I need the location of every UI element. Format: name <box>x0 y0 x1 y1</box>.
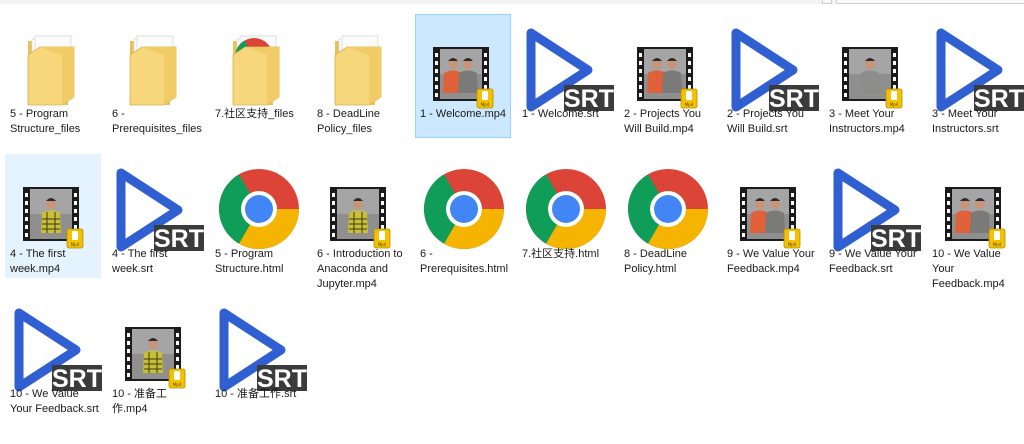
file-item[interactable]: 8 - DeadLine Policy_files <box>312 14 408 150</box>
file-item[interactable]: SRT 4 - The first week.srt <box>107 154 204 290</box>
file-item[interactable]: SRT 9 - We Value Your Feedback.srt <box>824 154 921 290</box>
toolbar-edge-left <box>822 0 832 4</box>
file-name-label: 10 - We Value Your Feedback.mp4 <box>932 248 1005 290</box>
file-item[interactable]: Mp4 9 - We Value Your Feedback.mp4 <box>722 154 818 290</box>
chrome-html-icon <box>217 167 301 251</box>
video-file-icon: Mp4 <box>945 185 1007 251</box>
video-file-icon: Mp4 <box>842 45 904 111</box>
file-item[interactable]: 7.社区支持.html <box>517 154 613 290</box>
file-name-label: 9 - We Value Your Feedback.srt <box>829 248 917 275</box>
video-file-icon: Mp4 <box>637 45 699 111</box>
file-name-label: 7.社区支持_files <box>215 108 294 120</box>
subtitle-file-icon: SRT <box>723 27 819 113</box>
file-item[interactable]: SRT 2 - Projects You Will Build.srt <box>722 14 819 150</box>
folder-icon <box>331 31 391 111</box>
file-name-label: 1 - Welcome.mp4 <box>420 108 506 120</box>
subtitle-file-icon: SRT <box>108 167 204 253</box>
file-name-label: 7.社区支持.html <box>522 248 600 260</box>
file-item[interactable]: Mp4 1 - Welcome.mp4 <box>415 14 511 138</box>
folder-icon <box>126 31 186 111</box>
subtitle-file-icon: SRT <box>518 27 614 113</box>
video-file-icon: Mp4 <box>23 185 85 251</box>
file-item[interactable]: SRT 10 - 准备工作.srt <box>210 294 307 430</box>
file-item[interactable]: Mp4 10 - We Value Your Feedback.mp4 <box>927 154 1023 290</box>
video-file-icon: Mp4 <box>433 45 495 111</box>
subtitle-file-icon: SRT <box>6 307 102 393</box>
file-item[interactable]: SRT 1 - Welcome.srt <box>517 14 614 150</box>
video-file-icon: Mp4 <box>125 325 187 391</box>
file-name-label: 2 - Projects You Will Build.srt <box>727 108 805 135</box>
file-name-label: 6 - Introduction to Anaconda and Jupyter… <box>317 248 403 290</box>
file-name-label: 2 - Projects You Will Build.mp4 <box>624 108 702 135</box>
subtitle-file-icon: SRT <box>928 27 1024 113</box>
file-name-label: 6 - Prerequisites_files <box>112 108 202 135</box>
file-item[interactable]: Mp4 2 - Projects You Will Build.mp4 <box>619 14 715 150</box>
file-name-label: 9 - We Value Your Feedback.mp4 <box>727 248 815 275</box>
file-name-label: 3 - Meet Your Instructors.srt <box>932 108 999 135</box>
file-item[interactable]: 6 - Prerequisites_files <box>107 14 203 150</box>
file-name-label: 6 - Prerequisites.html <box>420 248 509 275</box>
file-name-label: 3 - Meet Your Instructors.mp4 <box>829 108 905 135</box>
file-name-label: 4 - The first week.srt <box>112 248 168 275</box>
file-name-label: 10 - 准备工作.srt <box>215 388 297 400</box>
file-item[interactable]: Mp4 10 - 准备工作.mp4 <box>107 294 203 430</box>
file-item[interactable]: SRT 10 - We Value Your Feedback.srt <box>5 294 102 430</box>
file-item[interactable]: SRT 3 - Meet Your Instructors.srt <box>927 14 1024 150</box>
file-name-label: 10 - We Value Your Feedback.srt <box>10 388 99 415</box>
folder-icon <box>24 31 84 111</box>
folder-icon <box>229 31 289 111</box>
chrome-html-icon <box>524 167 608 251</box>
file-name-label: 10 - 准备工作.mp4 <box>112 388 168 415</box>
subtitle-file-icon: SRT <box>211 307 307 393</box>
file-name-label: 8 - DeadLine Policy_files <box>317 108 380 135</box>
chrome-html-icon <box>422 167 506 251</box>
file-name-label: 4 - The first week.mp4 <box>10 248 66 275</box>
file-item[interactable]: 7.社区支持_files <box>210 14 306 150</box>
file-item[interactable]: Mp4 4 - The first week.mp4 <box>5 154 101 278</box>
subtitle-file-icon: SRT <box>825 167 921 253</box>
file-item[interactable]: 5 - Program Structure_files <box>5 14 101 150</box>
file-item[interactable]: 6 - Prerequisites.html <box>415 154 511 290</box>
file-name-label: 8 - DeadLine Policy.html <box>624 248 687 275</box>
video-file-icon: Mp4 <box>330 185 392 251</box>
video-file-icon: Mp4 <box>740 185 802 251</box>
chrome-html-icon <box>626 167 710 251</box>
file-name-label: 1 - Welcome.srt <box>522 108 599 120</box>
toolbar-edge-right <box>836 0 1024 4</box>
file-item[interactable]: Mp4 6 - Introduction to Anaconda and Jup… <box>312 154 408 290</box>
file-name-label: 5 - Program Structure_files <box>10 108 81 135</box>
file-item[interactable]: Mp4 3 - Meet Your Instructors.mp4 <box>824 14 920 150</box>
file-name-label: 5 - Program Structure.html <box>215 248 284 275</box>
file-item[interactable]: 8 - DeadLine Policy.html <box>619 154 715 290</box>
file-item[interactable]: 5 - Program Structure.html <box>210 154 306 290</box>
